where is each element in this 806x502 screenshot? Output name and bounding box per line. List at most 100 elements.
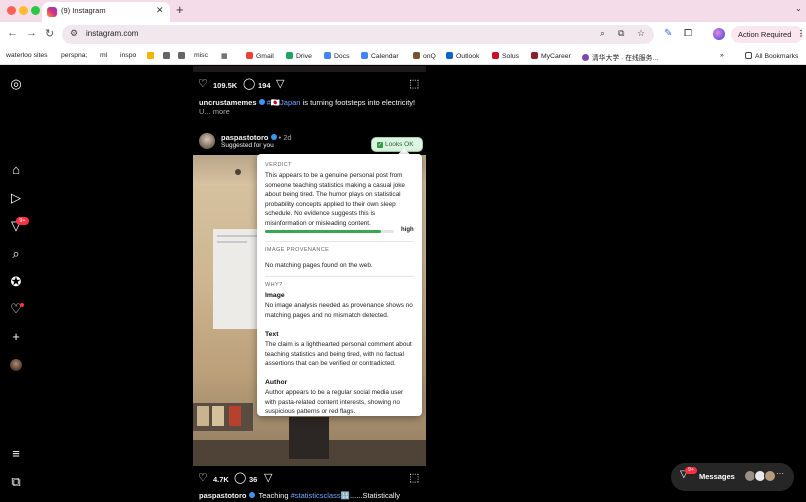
instagram-favicon-icon (47, 7, 57, 17)
post1-like-heart-icon[interactable]: ♡ (198, 79, 208, 90)
close-window-button[interactable] (7, 6, 16, 15)
maximize-window-button[interactable] (31, 6, 40, 15)
bookmark-onq[interactable]: onQ (413, 52, 436, 60)
bookmark-perspna[interactable]: perspna; (61, 52, 87, 59)
docs-icon (324, 52, 331, 59)
bookmark-ml[interactable]: ml (100, 52, 107, 59)
home-icon[interactable]: ⌂ (9, 163, 23, 177)
search-icon[interactable]: ⌕ (9, 247, 23, 261)
post1-comment-icon[interactable]: ◯ (243, 79, 255, 90)
create-plus-icon[interactable]: + (9, 330, 23, 344)
post2-author-line: paspastotoro • 2d (221, 133, 292, 142)
post1-author[interactable]: uncrustamemes (199, 98, 257, 107)
image-podium (289, 417, 329, 459)
drive-icon (286, 52, 293, 59)
post1-more-link[interactable]: U... more (199, 107, 230, 116)
bookmark-waterloo-sites[interactable]: waterloo sites (6, 52, 48, 59)
provenance-text: No matching pages found on the web. (265, 262, 373, 269)
action-required-button[interactable]: Action Required ⋮ (731, 26, 805, 43)
instagram-logo-icon[interactable]: ◎ (9, 77, 23, 91)
post1-save-bookmark-icon[interactable]: ⬚ (409, 79, 419, 90)
outlook-icon (446, 52, 453, 59)
post2-like-heart-icon[interactable]: ♡ (198, 473, 208, 484)
tab-search-chevron-icon[interactable]: ⌄ (795, 4, 802, 13)
provenance-heading: IMAGE PROVENANCE (265, 247, 330, 253)
zoom-icon[interactable]: ⌕ (600, 28, 605, 39)
more-menu-icon[interactable]: ≡ (9, 447, 23, 461)
bookmark-inspo[interactable]: inspo (120, 52, 136, 59)
bookmark-star-icon[interactable]: ☆ (637, 28, 645, 39)
divider (265, 276, 414, 277)
post2-save-bookmark-icon[interactable]: ⬚ (409, 473, 419, 484)
bookmark-tsinghua[interactable]: 清华大学 · 在线服务... (582, 52, 658, 62)
image-shelf-item (212, 406, 224, 426)
tab-title: (9) Instagram (61, 6, 106, 15)
install-app-icon[interactable]: ⧉ (618, 28, 624, 39)
divider (265, 241, 414, 242)
post2-comment-icon[interactable]: ◯ (234, 473, 246, 484)
notification-badge: 9+ (16, 217, 29, 225)
bookmark-calendar-label: Calendar (371, 53, 399, 60)
explore-compass-icon[interactable]: ✪ (9, 275, 23, 289)
post2-share-icon[interactable]: ▽ (264, 473, 272, 484)
post2-caption-hashtag[interactable]: #statisticsclass (291, 491, 341, 500)
new-tab-button[interactable]: + (176, 2, 184, 17)
profile-avatar[interactable] (10, 359, 22, 371)
bookmark-mycareer[interactable]: MyCareer (531, 52, 571, 60)
action-required-label: Action Required (738, 30, 792, 39)
messages-button[interactable]: ▽ 9+ Messages ··· (671, 463, 794, 491)
bookmarks-overflow-icon[interactable]: » (720, 52, 724, 59)
profile-avatar[interactable] (713, 28, 725, 40)
site-settings-icon[interactable]: ⚙ (70, 28, 78, 39)
post2-like-count: 4.7K (213, 475, 229, 484)
bookmark-gmail-label: Gmail (256, 53, 274, 60)
bookmark-folder-icon[interactable] (178, 52, 185, 59)
bookmark-folder-icon[interactable] (147, 52, 154, 59)
back-arrow-icon[interactable]: ← (7, 27, 18, 39)
reels-icon[interactable]: ▷ (9, 191, 23, 205)
bookmark-calendar[interactable]: Calendar (361, 52, 399, 60)
text-text: The claim is a lighthearted personal com… (265, 341, 412, 368)
tsinghua-icon (582, 54, 589, 61)
bookmark-docs-label: Docs (334, 53, 350, 60)
bookmark-folder-icon[interactable] (163, 52, 170, 59)
browser-menu-icon[interactable]: ⋮ (797, 29, 805, 38)
post2-author[interactable]: paspastotoro (221, 133, 269, 142)
post2-caption: paspastotoro Teaching #statisticsclass🔢.… (199, 491, 400, 500)
apps-grid-icon[interactable]: ▦ (221, 52, 227, 60)
bookmark-onq-label: onQ (423, 53, 436, 60)
looks-ok-label: Looks OK (385, 141, 414, 148)
post2-caption-text: Teaching (258, 491, 289, 500)
verified-badge-icon (270, 134, 277, 140)
extension-pen-icon[interactable]: ✎ (664, 28, 672, 39)
image-projector-screen (213, 229, 263, 329)
post2-caption-author[interactable]: paspastotoro (199, 491, 247, 500)
post1-comment-count: 194 (258, 81, 271, 90)
extensions-puzzle-icon[interactable]: ⧠ (684, 28, 692, 39)
bookmark-outlook[interactable]: Outlook (446, 52, 479, 60)
forward-arrow-icon[interactable]: → (26, 27, 37, 39)
bookmark-misc[interactable]: misc (194, 52, 208, 59)
url-text[interactable]: instagram.com (86, 29, 138, 38)
all-bookmarks[interactable]: All Bookmarks (745, 52, 798, 60)
minimize-window-button[interactable] (19, 6, 28, 15)
threads-apps-icon[interactable]: ⧉ (9, 475, 23, 489)
reload-icon[interactable]: ↻ (45, 27, 54, 40)
post2-caption-rest: 🔢......Statistically (340, 491, 400, 500)
mycareer-icon (531, 52, 538, 59)
post1-hashtag[interactable]: #🇯🇵Japan (267, 98, 301, 107)
check-icon: ✓ (377, 142, 383, 148)
bookmark-docs[interactable]: Docs (324, 52, 350, 60)
looks-ok-badge[interactable]: ✓ Looks OK (371, 137, 423, 152)
post2-author-avatar[interactable] (199, 133, 215, 149)
calendar-icon (361, 52, 368, 59)
bookmark-gmail[interactable]: Gmail (246, 52, 274, 60)
bookmark-solus[interactable]: Solus (492, 52, 519, 60)
browser-tab[interactable]: (9) Instagram ✕ (42, 2, 170, 22)
post1-caption: uncrustamemes #🇯🇵Japan is turning footste… (199, 98, 415, 107)
address-bar[interactable]: ⚙ instagram.com ⌕ ⧉ ☆ (62, 25, 654, 44)
image-heading: Image (265, 292, 285, 299)
post1-share-icon[interactable]: ▽ (276, 79, 284, 90)
tab-close-icon[interactable]: ✕ (156, 5, 164, 16)
bookmark-drive[interactable]: Drive (286, 52, 312, 60)
